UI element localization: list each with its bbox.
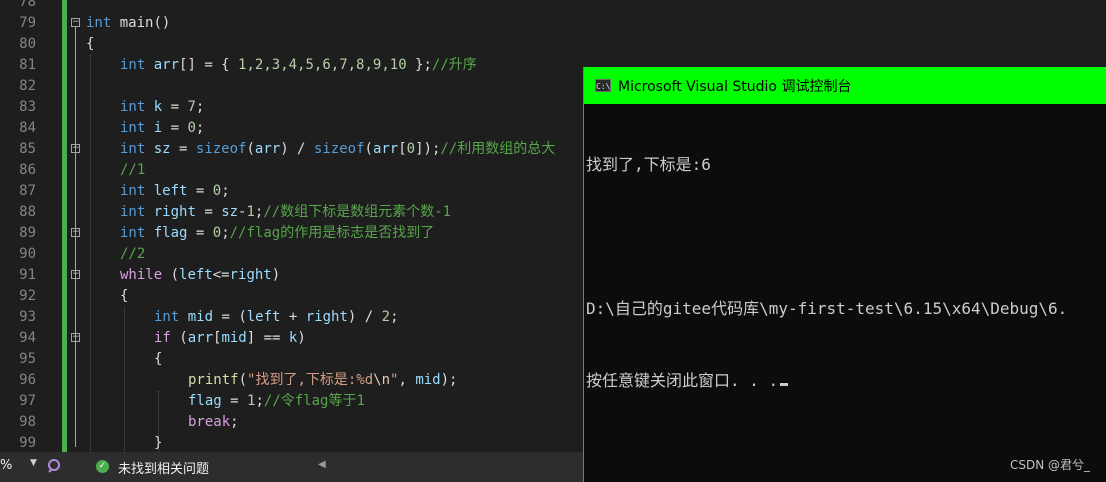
code-line: break; <box>188 414 239 430</box>
line-number: 94 <box>19 330 36 346</box>
code-line: while (left<=right) <box>120 267 281 283</box>
outline-line <box>75 27 76 447</box>
line-number: 98 <box>19 414 36 430</box>
line-number: 87 <box>19 183 36 199</box>
line-number: 79 <box>19 15 36 31</box>
check-circle-icon: ✓ <box>96 460 109 473</box>
code-line: int main() <box>86 15 171 31</box>
line-number: 81 <box>19 57 36 73</box>
chevron-down-icon[interactable]: ▼ <box>30 458 37 468</box>
code-line: if (arr[mid] == k) <box>154 330 306 346</box>
code-line: int k = 7; <box>120 99 205 115</box>
change-tracking-bar <box>62 0 67 452</box>
line-number: 91 <box>19 267 36 283</box>
line-number: 85 <box>19 141 36 157</box>
line-number: 80 <box>19 36 36 52</box>
line-number: 84 <box>19 120 36 136</box>
line-number: 82 <box>19 78 36 94</box>
line-number: 89 <box>19 225 36 241</box>
console-output: 找到了,下标是:6 D:\自己的gitee代码库\my-first-test\6… <box>586 105 1106 441</box>
line-number: 78 <box>19 0 36 10</box>
code-line: int flag = 0;//flag的作用是标志是否找到了 <box>120 225 435 241</box>
line-number-gutter: 78 79 80 81 82 83 84 85 86 87 88 89 90 9… <box>0 0 62 452</box>
issues-status[interactable]: 未找到相关问题 <box>118 458 209 477</box>
line-number: 90 <box>19 246 36 262</box>
line-number: 88 <box>19 204 36 220</box>
code-line: int mid = (left + right) / 2; <box>154 309 399 325</box>
scroll-left-icon[interactable]: ◀ <box>318 459 326 470</box>
code-line: { <box>86 36 95 52</box>
collapse-icon[interactable]: − <box>71 18 80 27</box>
code-line: int left = 0; <box>120 183 230 199</box>
watermark: CSDN @君兮_ <box>1009 458 1090 472</box>
collapse-icon[interactable]: − <box>71 228 80 237</box>
text-cursor <box>780 383 789 386</box>
collapse-icon[interactable]: − <box>71 144 80 153</box>
line-number: 99 <box>19 435 36 451</box>
code-line: flag = 1;//令flag等于1 <box>188 393 365 409</box>
line-number: 93 <box>19 309 36 325</box>
console-line: D:\自己的gitee代码库\my-first-test\6.15\x64\De… <box>586 299 1068 318</box>
code-line: int sz = sizeof(arr) / sizeof(arr[0]);//… <box>120 141 556 157</box>
line-number: 92 <box>19 288 36 304</box>
code-line: { <box>154 351 163 367</box>
code-cleanup-icon[interactable] <box>46 457 62 473</box>
console-prompt: 按任意键关闭此窗口. . . <box>586 371 779 390</box>
line-number: 95 <box>19 351 36 367</box>
line-number: 97 <box>19 393 36 409</box>
console-line: 找到了,下标是:6 <box>586 155 711 174</box>
zoom-level[interactable]: % <box>0 458 12 473</box>
window-title: Microsoft Visual Studio 调试控制台 <box>618 79 852 95</box>
editor-status-bar: % ▼ ✓ 未找到相关问题 ◀ <box>0 452 583 482</box>
indent-guide <box>90 55 91 452</box>
line-number: 86 <box>19 162 36 178</box>
collapse-icon[interactable]: − <box>71 270 80 279</box>
code-line: int arr[] = { 1,2,3,4,5,6,7,8,9,10 };//升… <box>120 57 477 73</box>
code-line: { <box>120 288 129 304</box>
line-number: 83 <box>19 99 36 115</box>
collapse-icon[interactable]: − <box>71 333 80 342</box>
indent-guide <box>124 307 125 452</box>
code-line: int right = sz-1;//数组下标是数组元素个数-1 <box>120 204 452 220</box>
code-line: //1 <box>120 162 146 178</box>
code-line: } <box>154 435 163 451</box>
console-app-icon: C:\ <box>595 79 611 92</box>
console-title-bar[interactable]: C:\ Microsoft Visual Studio 调试控制台 <box>584 67 1106 104</box>
code-line: int i = 0; <box>120 120 205 136</box>
line-number: 96 <box>19 372 36 388</box>
debug-console-window[interactable]: C:\ Microsoft Visual Studio 调试控制台 找到了,下标… <box>583 67 1106 482</box>
code-line: printf("找到了,下标是:%d\n", mid); <box>188 372 458 388</box>
console-line: 按任意键关闭此窗口. . . <box>586 369 1106 393</box>
code-line: //2 <box>120 246 146 262</box>
